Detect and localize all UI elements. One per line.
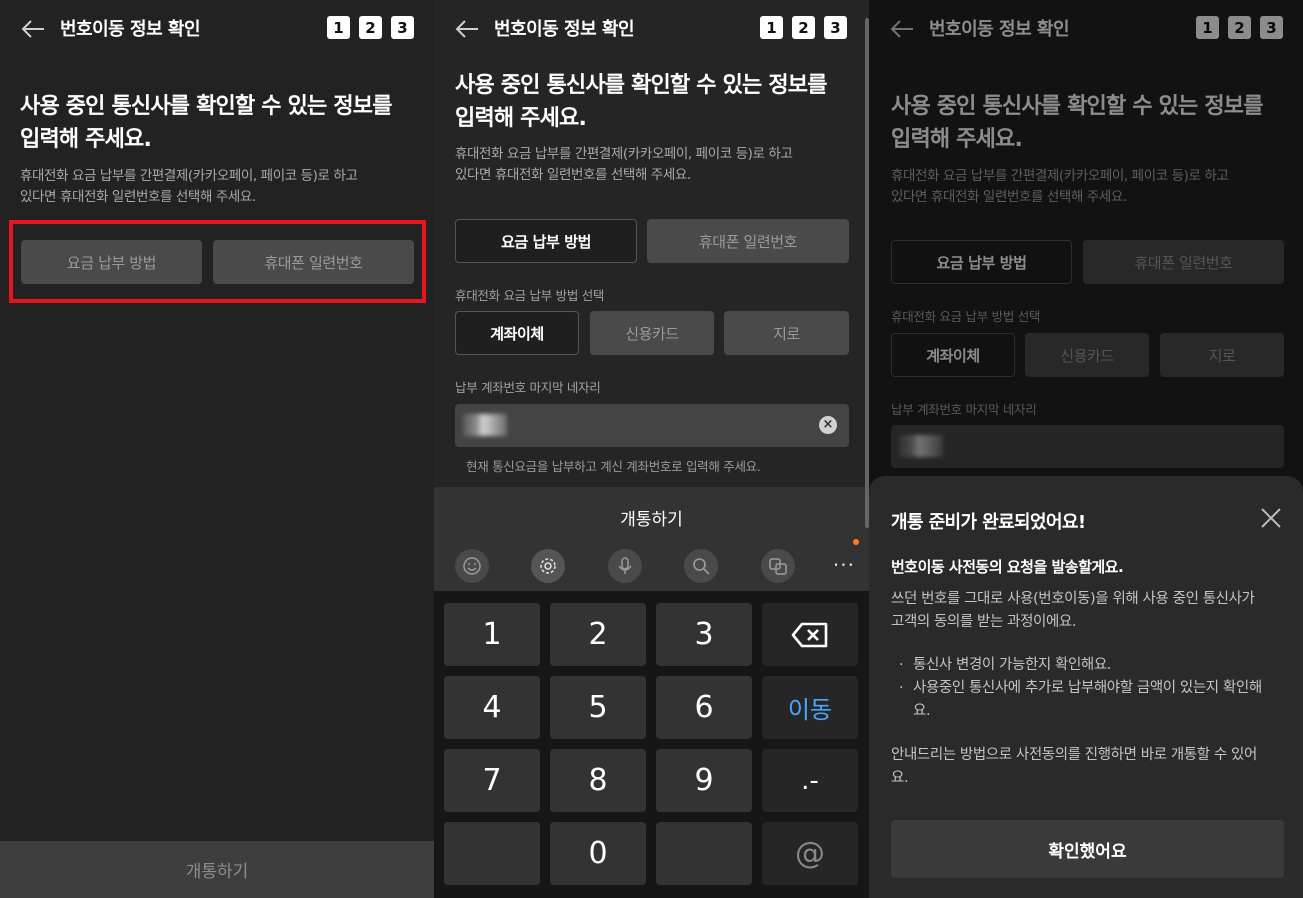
screen-step-select-option: 번호이동 정보 확인 1 2 3 사용 중인 통신사를 확인할 수 있는 정보를…	[0, 0, 434, 898]
description: 휴대전화 요금 납부를 간편결제(카카오페이, 페이코 등)로 하고 있다면 휴…	[455, 146, 793, 183]
sheet-body: 쓰던 번호를 그대로 사용(번호이동)을 위해 사용 중인 통신사가 고객의 동…	[891, 591, 1255, 630]
keyboard-toolbar: 개통하기 ···	[434, 487, 869, 591]
bullet-item: 통신사 변경이 가능한지 확인해요.	[899, 654, 1284, 677]
page-title: 번호이동 정보 확인	[494, 19, 635, 40]
step-3: 3	[391, 16, 414, 39]
step-3: 3	[824, 16, 847, 39]
key-0[interactable]: 0	[550, 822, 646, 885]
more-icon[interactable]: ···	[833, 553, 855, 577]
activate-button[interactable]: 개통하기	[434, 505, 869, 530]
translate-icon[interactable]	[761, 549, 795, 583]
bullet-item: 사용중인 통신사에 추가로 납부해야할 금액이 있는지 확인해 요.	[899, 677, 1284, 723]
clear-icon[interactable]: ×	[819, 416, 837, 434]
sheet-footer-text: 안내드리는 방법으로 사전동의를 진행하면 바로 개통할 수 있어 요.	[891, 747, 1257, 786]
step-1: 1	[760, 16, 783, 39]
symbol-key[interactable]: .-	[762, 749, 858, 812]
mic-icon[interactable]	[608, 549, 642, 583]
close-icon[interactable]	[1259, 506, 1283, 530]
step-indicator: 1 2 3	[327, 16, 414, 39]
method-credit-card-button[interactable]: 신용카드	[590, 311, 714, 355]
key-9[interactable]: 9	[656, 749, 752, 812]
screen-step-enter-account: 번호이동 정보 확인 1 2 3 사용 중인 통신사를 확인할 수 있는 정보를…	[434, 0, 869, 898]
method-giro-button[interactable]: 지로	[724, 311, 849, 355]
option-payment-method-button[interactable]: 요금 납부 방법	[455, 219, 637, 263]
account-last4-input[interactable]: ×	[455, 404, 849, 447]
headline: 사용 중인 통신사를 확인할 수 있는 정보를 입력해 주세요.	[20, 94, 392, 152]
key-8[interactable]: 8	[550, 749, 646, 812]
page-title: 번호이동 정보 확인	[60, 19, 201, 40]
key-empty-left	[444, 822, 540, 885]
backspace-icon	[791, 622, 828, 647]
description: 휴대전화 요금 납부를 간편결제(카카오페이, 페이코 등)로 하고 있다면 휴…	[20, 168, 358, 205]
key-1[interactable]: 1	[444, 603, 540, 666]
step-2: 2	[359, 16, 382, 39]
key-4[interactable]: 4	[444, 676, 540, 739]
back-arrow-icon[interactable]	[454, 16, 480, 42]
key-3[interactable]: 3	[656, 603, 752, 666]
app-header: 번호이동 정보 확인 1 2 3	[434, 0, 869, 56]
method-bank-transfer-button[interactable]: 계좌이체	[455, 311, 579, 355]
app-header: 번호이동 정보 확인 1 2 3	[0, 0, 434, 56]
account-label: 납부 계좌번호 마지막 네자리	[455, 380, 601, 395]
at-key[interactable]: @	[762, 822, 858, 885]
key-5[interactable]: 5	[550, 676, 646, 739]
step-2: 2	[792, 16, 815, 39]
key-6[interactable]: 6	[656, 676, 752, 739]
highlight-box	[9, 220, 426, 303]
confirm-button[interactable]: 확인했어요	[891, 820, 1284, 878]
account-hint: 현재 통신요금을 납부하고 계신 계좌번호로 입력해 주세요.	[466, 459, 761, 474]
emoji-icon[interactable]	[455, 549, 489, 583]
search-icon[interactable]	[684, 549, 718, 583]
key-2[interactable]: 2	[550, 603, 646, 666]
notification-dot	[853, 539, 859, 545]
backspace-key[interactable]	[762, 603, 858, 666]
key-7[interactable]: 7	[444, 749, 540, 812]
settings-icon[interactable]	[531, 549, 565, 583]
back-arrow-icon[interactable]	[20, 16, 46, 42]
bottom-sheet: 개통 준비가 완료되었어요! 번호이동 사전동의 요청을 발송할게요. 쓰던 번…	[869, 476, 1303, 898]
headline: 사용 중인 통신사를 확인할 수 있는 정보를 입력해 주세요.	[455, 73, 827, 131]
activate-button[interactable]: 개통하기	[0, 841, 434, 898]
step-1: 1	[327, 16, 350, 39]
go-key[interactable]: 이동	[762, 676, 858, 739]
screen-step-confirm-sheet: 번호이동 정보 확인 1 2 3 사용 중인 통신사를 확인할 수 있는 정보를…	[869, 0, 1303, 898]
key-empty-right	[656, 822, 752, 885]
step-indicator: 1 2 3	[760, 16, 847, 39]
sheet-title: 개통 준비가 완료되었어요!	[891, 512, 1086, 533]
masked-value	[463, 414, 507, 436]
method-label: 휴대전화 요금 납부 방법 선택	[455, 288, 605, 303]
sheet-subtitle: 번호이동 사전동의 요청을 발송할게요.	[891, 558, 1124, 576]
option-serial-number-button[interactable]: 휴대폰 일련번호	[647, 219, 849, 263]
numeric-keypad: 1 2 3 4 5 6 이동 7 8 9 .- 0 @	[434, 591, 869, 898]
